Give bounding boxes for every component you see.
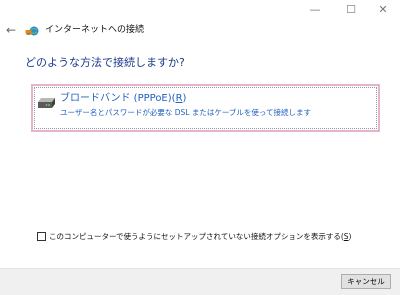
network-globe-icon — [25, 26, 39, 36]
close-button[interactable]: ✕ — [366, 0, 400, 22]
option-title: ブロードバンド (PPPoE)(R) — [60, 93, 187, 104]
page-heading: どのような方法で接続しますか? — [25, 56, 185, 69]
option-description: ユーザー名とパスワードが必要な DSL またはケーブルを使って接続します — [60, 108, 312, 117]
back-button[interactable]: ← — [6, 22, 16, 38]
wizard-header: ← インターネットへの接続 — [0, 22, 400, 40]
title-bar: — ☐ ✕ — [0, 0, 400, 22]
window-title: インターネットへの接続 — [45, 25, 145, 35]
cancel-button[interactable]: キャンセル — [341, 274, 391, 289]
broadband-pppoe-option[interactable]: ブロードバンド (PPPoE)(R) ユーザー名とパスワードが必要な DSL ま… — [31, 84, 380, 132]
broadband-modem-icon — [38, 98, 55, 108]
minimize-button[interactable]: — — [298, 0, 332, 22]
checkbox-label[interactable]: このコンピューターで使うようにセットアップされていない接続オプションを表示する(… — [49, 231, 351, 242]
maximize-button[interactable]: ☐ — [334, 0, 368, 22]
accesskey-r: R — [175, 93, 183, 104]
footer-bar: キャンセル — [0, 268, 400, 295]
show-unconfigured-options-checkbox[interactable] — [37, 232, 46, 241]
